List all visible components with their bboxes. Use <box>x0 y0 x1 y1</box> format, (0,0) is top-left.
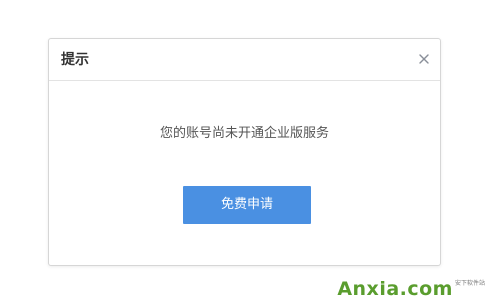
watermark-brand: Anxia.com <box>337 278 453 300</box>
close-icon[interactable] <box>416 51 432 67</box>
watermark-sub: 安下软件站 <box>454 280 485 287</box>
dialog-title: 提示 <box>61 52 89 68</box>
page: 提示 您的账号尚未开通企业版服务 免费申请 Anxia.com 安下软件站 <box>0 0 491 305</box>
dialog-message: 您的账号尚未开通企业版服务 <box>159 126 329 141</box>
free-apply-button[interactable]: 免费申请 <box>183 186 311 224</box>
site-watermark: Anxia.com 安下软件站 <box>337 276 485 300</box>
dialog-header: 提示 <box>49 39 440 81</box>
notice-dialog: 提示 您的账号尚未开通企业版服务 免费申请 <box>48 38 441 266</box>
